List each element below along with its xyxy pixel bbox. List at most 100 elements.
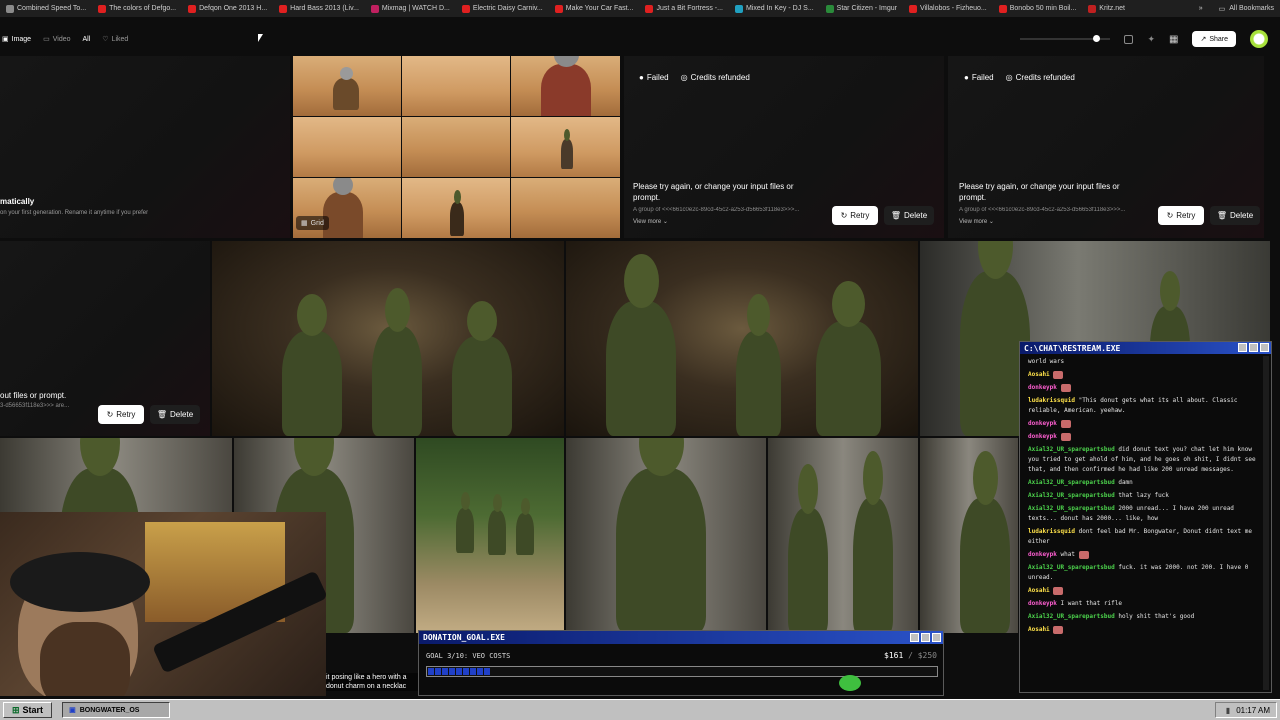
share-button[interactable]: ↗ Share <box>1192 31 1236 47</box>
grid-image-9[interactable] <box>511 178 620 238</box>
delete-button[interactable]: 🗑 Delete <box>884 206 934 225</box>
emote-icon <box>1053 586 1064 595</box>
emote-icon <box>1060 432 1071 441</box>
filter-all[interactable]: All <box>83 36 91 43</box>
chat-message: ludakrissquid "This donut gets what its … <box>1028 396 1263 416</box>
chat-window[interactable]: C:\CHAT\RESTREAM.EXE world wars Aosahi do… <box>1019 341 1272 693</box>
bookmark-item[interactable]: Star Citizen - Imgur <box>820 0 903 17</box>
chat-message: Aosahi <box>1028 625 1263 635</box>
view-more-link[interactable]: View more ⌄ <box>633 218 668 225</box>
trash-icon: 🗑 <box>1216 211 1228 220</box>
grid-image-4[interactable] <box>293 117 401 177</box>
grid-image-3[interactable] <box>511 56 620 116</box>
failed-badge: ● Failed <box>964 73 994 82</box>
refund-icon: ◎ <box>680 73 688 82</box>
grid-image-2[interactable] <box>402 56 510 116</box>
close-button[interactable] <box>932 633 941 642</box>
chat-username: Aosahi <box>1028 626 1050 633</box>
bookmark-favicon-icon <box>908 4 917 13</box>
group-text: 3-d56653f118e3>>> are... <box>0 403 70 409</box>
maximize-button[interactable] <box>1249 343 1258 352</box>
generated-image-room-4[interactable] <box>768 438 918 633</box>
bookmark-favicon-icon <box>6 4 14 13</box>
generated-image-tunnel-1[interactable] <box>212 241 564 436</box>
retry-button[interactable]: ↻ Retry <box>1158 206 1204 225</box>
bookmark-item[interactable]: Hard Bass 2013 (Liv... <box>273 0 365 17</box>
generated-image-room-5[interactable] <box>920 438 1018 633</box>
failed-card-3: out files or prompt. 3-d56653f118e3>>> a… <box>0 241 210 436</box>
bookmark-item[interactable]: Villalobos - Fizheuo... <box>903 0 993 17</box>
goal-progress-fill <box>427 667 937 676</box>
bookmark-item[interactable]: Combined Speed To... <box>0 0 92 17</box>
goal-progress-bar <box>426 666 938 677</box>
grid-icon: ▦ <box>301 220 308 227</box>
chat-username: donkeypk <box>1028 433 1057 440</box>
chat-message: Aosahi <box>1028 586 1263 596</box>
chevron-right-icon[interactable]: » <box>1199 5 1203 12</box>
view-more-link[interactable]: View more ⌄ <box>959 218 994 225</box>
zoom-slider[interactable] <box>1020 35 1111 42</box>
grid-label: ▦ Grid <box>296 216 329 230</box>
chat-message: donkeypk <box>1028 383 1263 393</box>
bookmark-favicon-icon <box>998 4 1007 13</box>
avatar[interactable] <box>1250 30 1268 48</box>
bookmark-item[interactable]: Electric Daisy Carniv... <box>456 0 549 17</box>
refund-badge: ◎ Credits refunded <box>1005 73 1075 82</box>
generated-image-tunnel-2[interactable] <box>566 241 918 436</box>
taskbar-item-bongwater[interactable]: ▣ BONGWATER_OS <box>62 702 171 718</box>
retry-button[interactable]: ↻ Retry <box>98 405 144 424</box>
bookmark-item[interactable]: Mixed In Key - DJ S... <box>729 0 820 17</box>
donation-title-bar[interactable]: DONATION_GOAL.EXE <box>419 631 943 644</box>
chat-scrollbar[interactable] <box>1263 356 1269 690</box>
grid-image-1[interactable] <box>293 56 401 116</box>
bookmark-item[interactable]: Mixmag | WATCH D... <box>365 0 456 17</box>
retry-icon: ↻ <box>1166 211 1174 220</box>
windows-logo-icon: ⊞ <box>12 704 20 715</box>
tab-image[interactable]: ▣ Image <box>2 35 31 44</box>
screen: Combined Speed To... The colors of Defgo.… <box>0 0 1280 720</box>
emote-icon <box>1060 383 1071 392</box>
progress-segment <box>484 668 490 675</box>
failed-status: ● Failed ◎ Credits refunded <box>964 73 1075 82</box>
all-bookmarks[interactable]: » ▭ All Bookmarks <box>1199 0 1274 17</box>
bookmark-item[interactable]: Bonobo 50 min Boil... <box>993 0 1083 17</box>
bookmark-item[interactable]: The colors of Defgo... <box>92 0 182 17</box>
bookmark-favicon-icon <box>734 4 743 13</box>
close-button[interactable] <box>1260 343 1269 352</box>
generated-image-room-3[interactable] <box>566 438 766 633</box>
grid-image-6[interactable] <box>511 117 620 177</box>
generated-image-jungle[interactable] <box>416 438 564 633</box>
bookmark-item[interactable]: Kritz.net <box>1082 0 1131 17</box>
maximize-button[interactable] <box>921 633 930 642</box>
minimize-button[interactable] <box>910 633 919 642</box>
chat-message: ludakrissquid dont feel bad Mr. Bongwate… <box>1028 527 1263 547</box>
chat-title-bar[interactable]: C:\CHAT\RESTREAM.EXE <box>1020 342 1271 354</box>
filter-liked[interactable]: ♡ Liked <box>102 35 128 44</box>
chat-message: Axial32_UR_sparepartsbud did donut text … <box>1028 445 1263 475</box>
bookmark-item[interactable]: Defqon One 2013 H... <box>182 0 273 17</box>
chat-username: Axial32_UR_sparepartsbud <box>1028 505 1115 512</box>
delete-button[interactable]: 🗑 Delete <box>150 405 200 424</box>
image-grid[interactable] <box>293 56 620 238</box>
grid-image-8[interactable] <box>402 178 510 238</box>
start-button[interactable]: ⊞ Start <box>3 702 53 718</box>
bookmark-item[interactable]: Just a Bit Fortress -... <box>639 0 729 17</box>
chat-message: Axial32_UR_sparepartsbud damn <box>1028 478 1263 488</box>
tab-video[interactable]: ▭ Video <box>43 35 70 44</box>
zoom-slider-thumb[interactable] <box>1093 35 1101 42</box>
delete-button[interactable]: 🗑 Delete <box>1210 206 1260 225</box>
retry-icon: ↻ <box>106 410 114 419</box>
bookmark-item[interactable]: Make Your Car Fast... <box>549 0 640 17</box>
card-title: matically <box>0 197 35 206</box>
minimize-button[interactable] <box>1238 343 1247 352</box>
donation-goal-window[interactable]: DONATION_GOAL.EXE GOAL 3/10: VEO COSTS $… <box>418 630 944 696</box>
chat-username: Axial32_UR_sparepartsbud <box>1028 446 1115 453</box>
chat-username: Aosahi <box>1028 371 1050 378</box>
layout-icon[interactable] <box>1124 34 1134 44</box>
sun-icon[interactable]: ✦ <box>1147 34 1155 45</box>
grid-image-5[interactable] <box>402 117 510 177</box>
retry-button[interactable]: ↻ Retry <box>832 206 878 225</box>
bookmark-favicon-icon <box>825 4 834 13</box>
grid-icon[interactable]: ▦ <box>1169 34 1178 45</box>
image-icon: ▣ <box>2 36 9 43</box>
